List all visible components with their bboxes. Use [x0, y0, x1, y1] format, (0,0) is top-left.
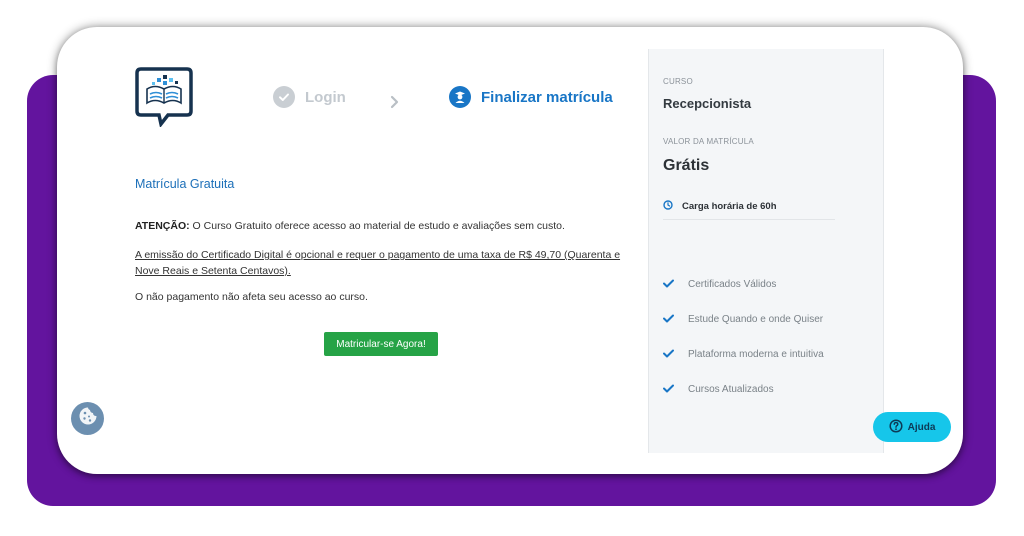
page: Login Finalizar matrícula Matrícula Grat… — [0, 0, 1024, 536]
check-icon — [663, 380, 674, 398]
clock-icon — [663, 197, 673, 215]
sidebar-divider — [663, 219, 835, 220]
course-hours: Carga horária de 60h — [663, 197, 777, 215]
course-summary-sidebar: CURSO Recepcionista VALOR DA MATRÍCULA G… — [648, 49, 884, 453]
feature-item: Cursos Atualizados — [663, 380, 774, 398]
attention-label: ATENÇÃO: — [135, 220, 190, 232]
feature-text: Cursos Atualizados — [688, 383, 774, 395]
certificate-info-link[interactable]: A emissão do Certificado Digital é opcio… — [135, 247, 635, 279]
check-circle-icon — [273, 86, 295, 108]
course-price: Grátis — [663, 157, 710, 174]
no-payment-info: O não pagamento não afeta seu acesso ao … — [135, 291, 368, 303]
check-icon — [663, 275, 674, 293]
help-button[interactable]: Ajuda — [873, 412, 951, 442]
check-icon — [663, 345, 674, 363]
feature-text: Estude Quando e onde Quiser — [688, 313, 824, 325]
step-finalizar-matricula[interactable]: Finalizar matrícula — [449, 86, 613, 108]
course-name: Recepcionista — [663, 96, 752, 111]
step-login-label: Login — [305, 88, 346, 106]
feature-item: Certificados Válidos — [663, 275, 776, 293]
feature-text: Plataforma moderna e intuitiva — [688, 348, 824, 360]
step-login[interactable]: Login — [273, 86, 346, 108]
feature-item: Plataforma moderna e intuitiva — [663, 345, 824, 363]
course-label: CURSO — [663, 77, 693, 86]
chevron-right-icon — [390, 95, 400, 114]
step-finalizar-label: Finalizar matrícula — [481, 88, 613, 106]
graduate-user-icon — [449, 86, 471, 108]
course-hours-text: Carga horária de 60h — [682, 200, 777, 212]
help-label: Ajuda — [907, 421, 936, 433]
attention-text: O Curso Gratuito oferece acesso ao mater… — [189, 220, 565, 232]
feature-text: Certificados Válidos — [688, 278, 777, 290]
feature-item: Estude Quando e onde Quiser — [663, 310, 823, 328]
page-title: Matrícula Gratuita — [135, 177, 235, 191]
attention-notice: ATENÇÃO: O Curso Gratuito oferece acesso… — [135, 220, 635, 232]
enroll-now-button[interactable]: Matricular-se Agora! — [324, 332, 438, 356]
enrollment-card: Login Finalizar matrícula Matrícula Grat… — [57, 27, 963, 474]
cookie-icon — [78, 406, 98, 431]
price-label: VALOR DA MATRÍCULA — [663, 137, 754, 146]
book-chat-logo-icon[interactable] — [135, 67, 193, 129]
cookie-settings-button[interactable] — [71, 402, 104, 435]
question-circle-icon — [889, 418, 903, 436]
check-icon — [663, 310, 674, 328]
